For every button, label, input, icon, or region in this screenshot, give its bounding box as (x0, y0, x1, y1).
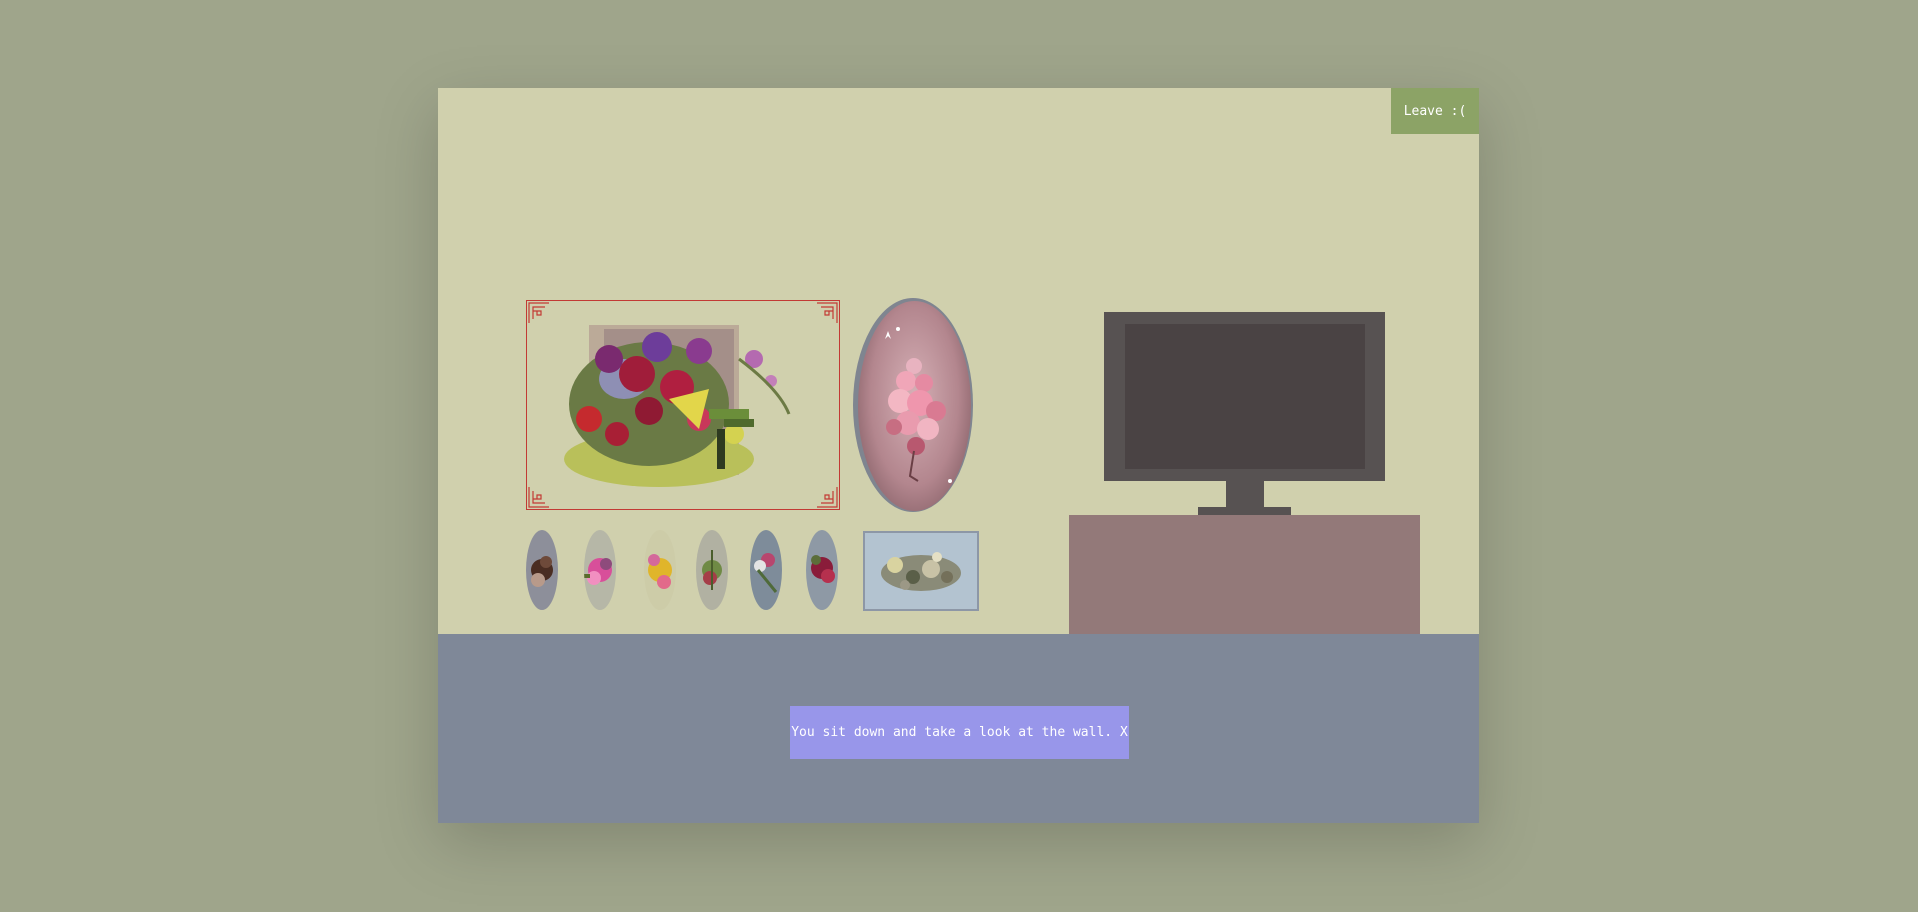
dialog-message[interactable]: You sit down and take a look at the wall… (790, 706, 1129, 759)
tv-screen (1125, 324, 1365, 469)
small-oval-3[interactable] (644, 530, 676, 610)
oval-pink-bouquet[interactable] (853, 298, 973, 512)
frame-corner-ornament (817, 487, 838, 508)
main-flower-painting[interactable] (526, 300, 840, 510)
room-scene: Leave :(You sit down and take a look at… (438, 88, 1479, 823)
frame-corner-ornament (528, 487, 549, 508)
tv-stand (1069, 515, 1420, 634)
frame-corner-ornament (528, 302, 549, 323)
tv-neck (1226, 481, 1264, 507)
small-oval-2[interactable] (584, 530, 616, 610)
small-oval-1[interactable] (526, 530, 558, 610)
small-oval-5[interactable] (750, 530, 782, 610)
flower-bouquet-art (564, 325, 791, 487)
oval-painting-surface (858, 301, 971, 511)
small-oval-6[interactable] (806, 530, 838, 610)
pink-bouquet-art (885, 327, 952, 483)
television[interactable] (1104, 312, 1385, 481)
small-rect-painting[interactable] (863, 531, 979, 611)
frame-corner-ornament (817, 302, 838, 323)
tv-foot (1198, 507, 1291, 515)
leave-button[interactable]: Leave :( (1391, 88, 1479, 134)
rect-painting-art (881, 552, 961, 591)
small-oval-4[interactable] (696, 530, 728, 610)
